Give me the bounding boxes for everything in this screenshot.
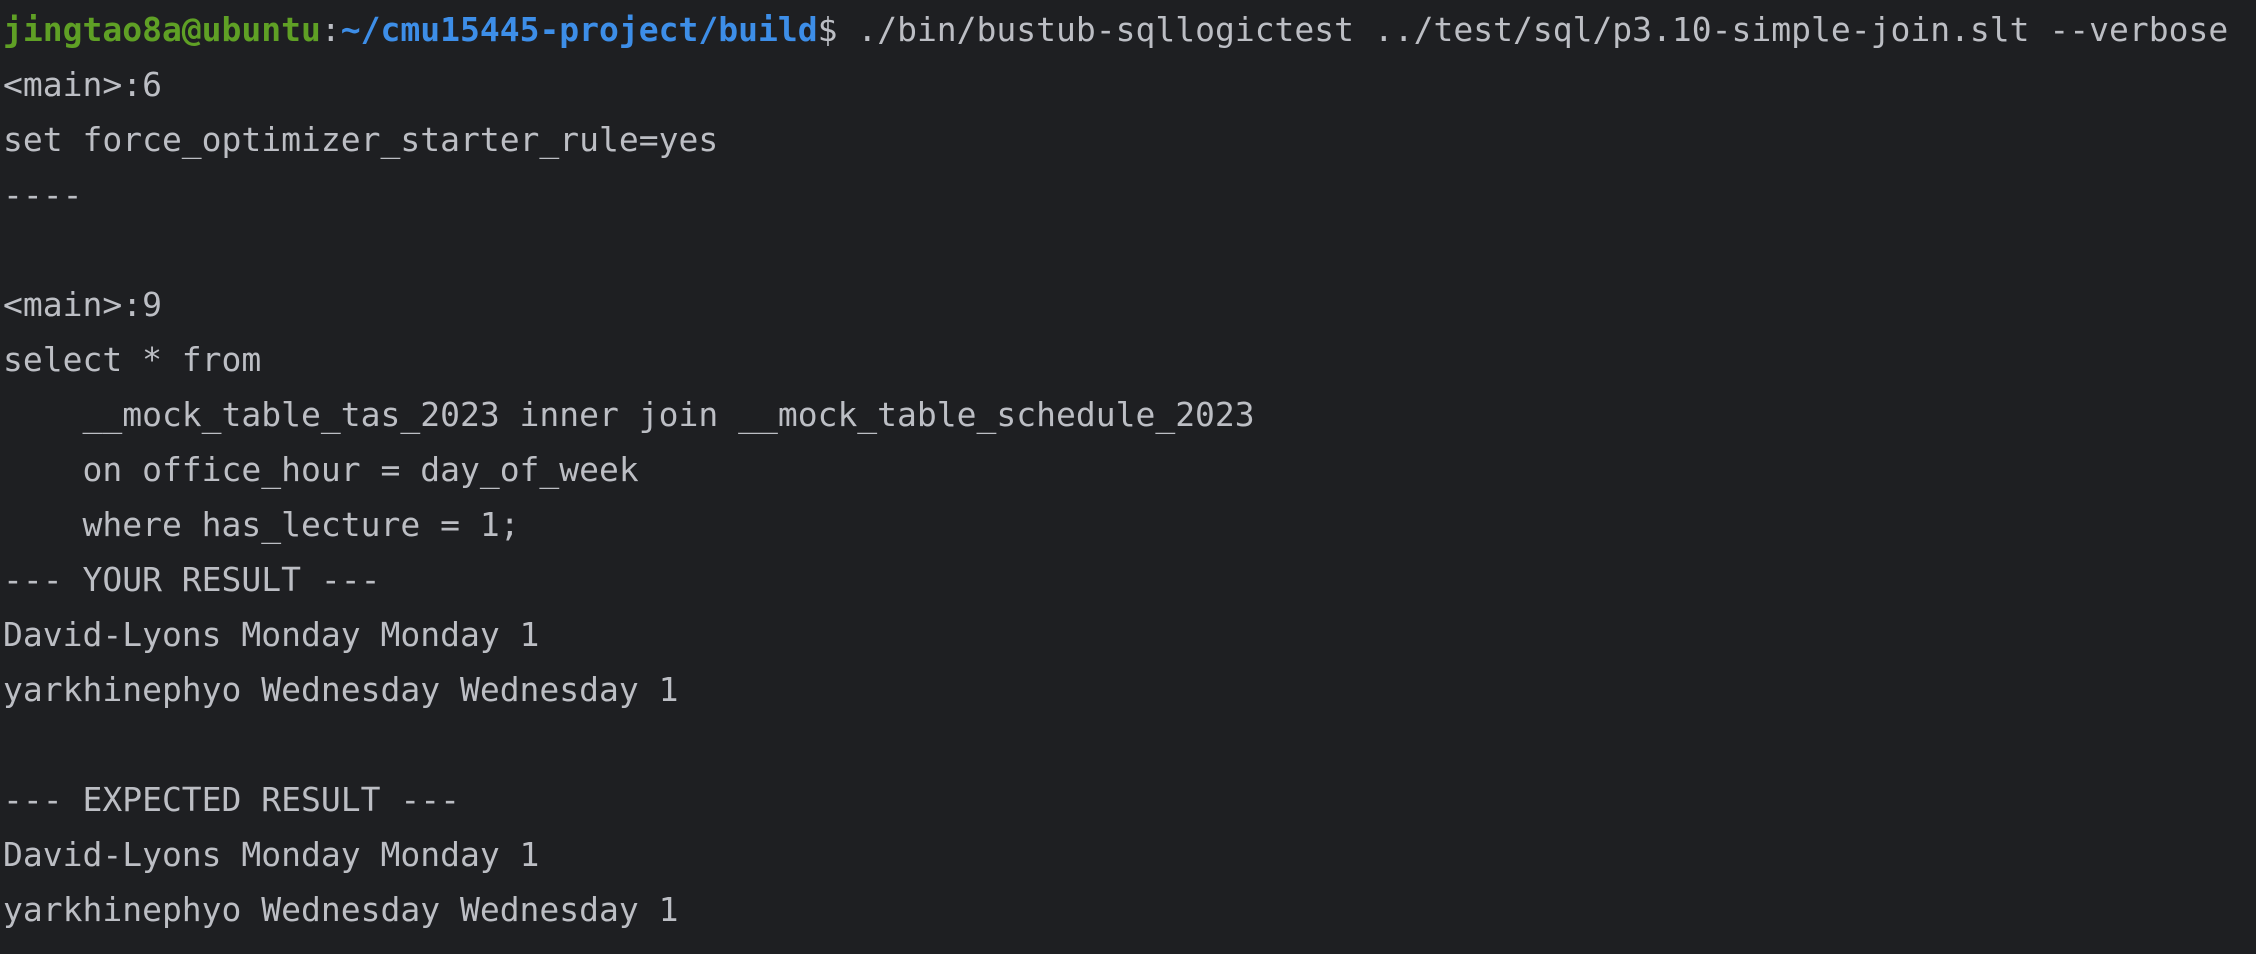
- prompt-user-host: jingtao8a@ubuntu: [3, 10, 321, 49]
- output-line-separator: ----: [3, 175, 83, 214]
- prompt-separator: :: [320, 10, 341, 49]
- output-line-main-6: <main>:6: [3, 65, 162, 104]
- output-line-select: select * from: [3, 340, 262, 379]
- prompt-path: ~/cmu15445-project/build: [340, 10, 818, 49]
- output-line-main-9: <main>:9: [3, 285, 162, 324]
- prompt-dollar: $: [817, 10, 838, 49]
- output-line-blank: [3, 222, 2256, 277]
- output-line-on: on office_hour = day_of_week: [3, 450, 639, 489]
- terminal-window[interactable]: jingtao8a@ubuntu:~/cmu15445-project/buil…: [0, 0, 2256, 954]
- output-line-your-result-header: --- YOUR RESULT ---: [3, 560, 381, 599]
- output-line-your-result-row: yarkhinephyo Wednesday Wednesday 1: [3, 670, 679, 709]
- output-line-expected-result-row: yarkhinephyo Wednesday Wednesday 1: [3, 890, 679, 929]
- output-line-expected-result-row: David-Lyons Monday Monday 1: [3, 835, 540, 874]
- output-line-your-result-row: David-Lyons Monday Monday 1: [3, 615, 540, 654]
- output-line-join: __mock_table_tas_2023 inner join __mock_…: [3, 395, 1255, 434]
- output-line-set-rule: set force_optimizer_starter_rule=yes: [3, 120, 719, 159]
- output-line-where: where has_lecture = 1;: [3, 505, 520, 544]
- output-line-expected-result-header: --- EXPECTED RESULT ---: [3, 780, 460, 819]
- prompt-command: ./bin/bustub-sqllogictest ../test/sql/p3…: [837, 10, 2229, 49]
- output-line-blank: [3, 717, 2256, 772]
- prompt-line: jingtao8a@ubuntu:~/cmu15445-project/buil…: [3, 2, 2256, 57]
